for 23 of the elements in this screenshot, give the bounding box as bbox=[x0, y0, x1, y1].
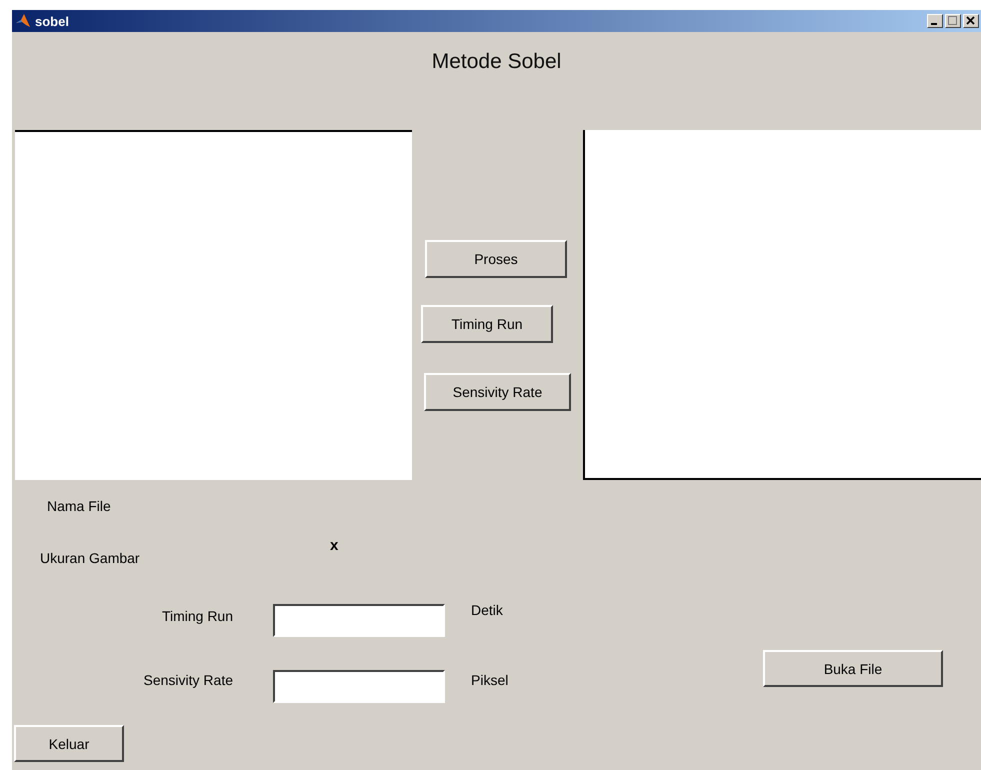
app-icon bbox=[15, 13, 31, 29]
field-label: Sensivity Rate bbox=[144, 672, 233, 688]
minimize-button[interactable] bbox=[927, 14, 943, 28]
field-label: Timing Run bbox=[162, 608, 233, 624]
minimize-icon bbox=[931, 23, 937, 25]
separator-text: x bbox=[330, 537, 338, 554]
input-field[interactable] bbox=[273, 604, 445, 637]
maximize-button[interactable] bbox=[945, 14, 961, 28]
label: Ukuran Gambar bbox=[40, 550, 140, 566]
exit-button[interactable]: Keluar bbox=[14, 725, 124, 762]
action-button[interactable]: Proses bbox=[425, 240, 567, 278]
heading: Metode Sobel bbox=[430, 50, 562, 74]
open-button[interactable]: Buka File bbox=[763, 650, 943, 687]
window-title: sobel bbox=[35, 14, 70, 28]
maximize-icon bbox=[948, 16, 958, 26]
input-field[interactable] bbox=[273, 670, 445, 703]
close-button[interactable] bbox=[963, 14, 979, 28]
label: Nama File bbox=[47, 498, 111, 514]
action-button[interactable]: Timing Run bbox=[421, 305, 553, 343]
unit-label: Piksel bbox=[471, 672, 508, 688]
action-button[interactable]: Sensivity Rate bbox=[424, 373, 571, 411]
unit-label: Detik bbox=[471, 602, 503, 618]
close-icon bbox=[966, 16, 976, 26]
